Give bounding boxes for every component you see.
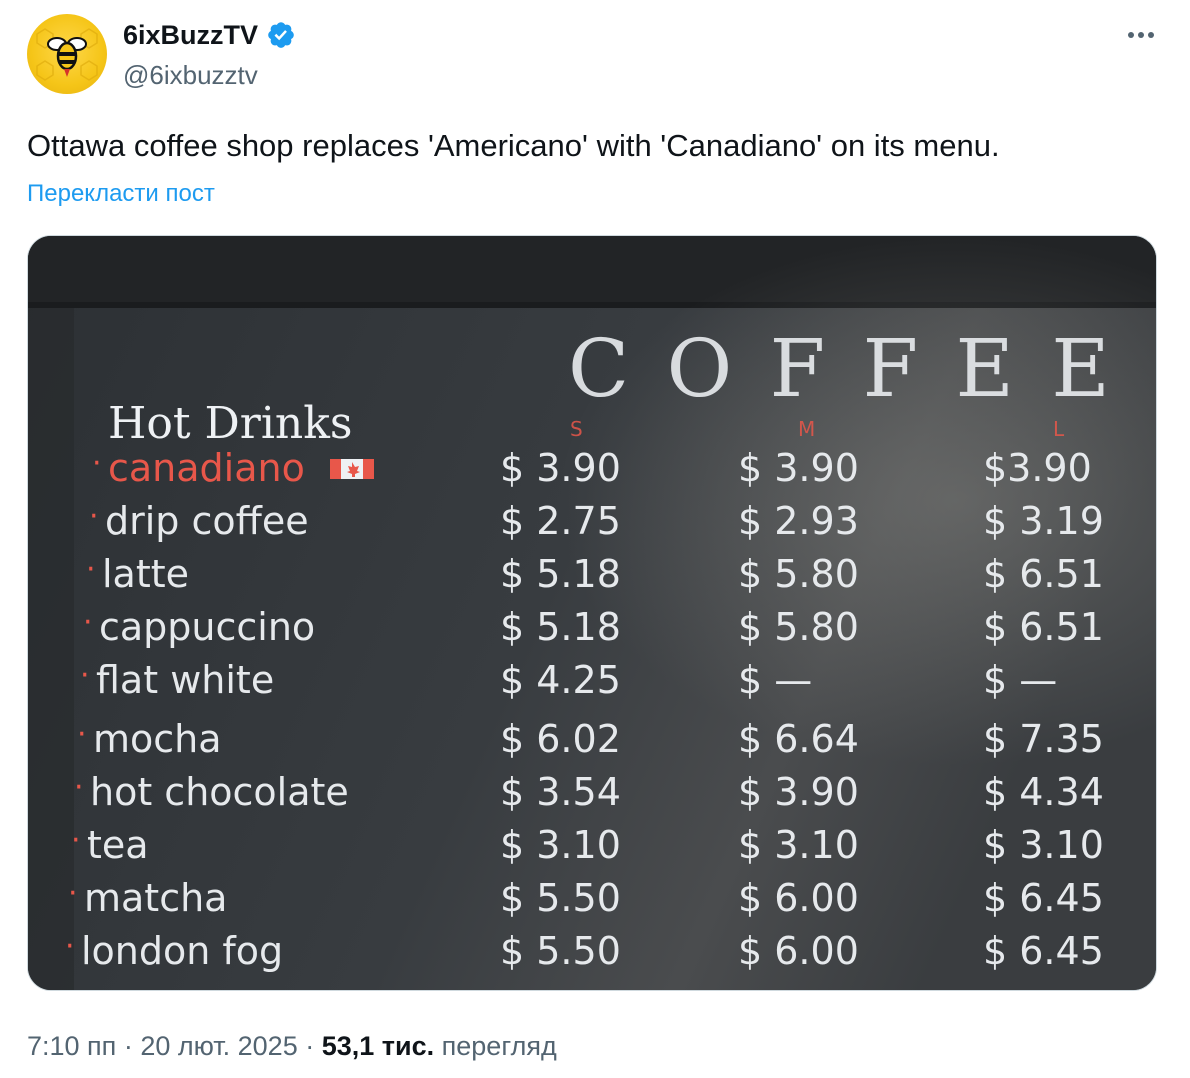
menu-heading: C O F F E E — [568, 322, 1116, 415]
price-small: $ 3.10 — [500, 823, 621, 867]
menu-item-name: tea — [87, 823, 149, 867]
post-text: Ottawa coffee shop replaces 'Americano' … — [27, 128, 1000, 163]
price-large: $ 6.45 — [983, 876, 1104, 920]
author-name-row[interactable]: 6ixBuzzTV — [123, 18, 296, 52]
menu-bullet: · — [83, 605, 93, 640]
price-medium: $ 3.90 — [738, 446, 859, 490]
price-small: $ 5.18 — [500, 552, 621, 596]
author-handle[interactable]: @6ixbuzztv — [123, 58, 258, 92]
price-medium: $ 6.00 — [738, 876, 859, 920]
menu-item-name: matcha — [84, 876, 227, 920]
more-button[interactable] — [1120, 20, 1162, 50]
menu-item-name: london fog — [81, 929, 283, 973]
verified-badge-icon — [268, 22, 294, 48]
price-small: $ 5.50 — [500, 929, 621, 973]
display-name[interactable]: 6ixBuzzTV — [123, 18, 258, 52]
price-large: $ 6.45 — [983, 929, 1104, 973]
price-large: $ — — [983, 658, 1057, 702]
views-count: 53,1 тис. — [321, 1031, 435, 1061]
size-header: L — [1053, 417, 1065, 441]
menu-section-title: Hot Drinks — [108, 398, 353, 449]
menu-item-name: hot chocolate — [90, 770, 349, 814]
price-medium: $ — — [738, 658, 812, 702]
menu-bullet: · — [77, 717, 87, 752]
menu-bullet: · — [71, 823, 81, 858]
price-large: $ 4.34 — [983, 770, 1104, 814]
menu-item-name: canadiano — [108, 446, 305, 490]
price-small: $ 2.75 — [500, 499, 621, 543]
price-large: $ 6.51 — [983, 552, 1104, 596]
more-icon — [1128, 32, 1134, 38]
avatar[interactable] — [27, 14, 107, 94]
price-small: $ 4.25 — [500, 658, 621, 702]
meta-separator: · — [305, 1031, 315, 1061]
price-small: $ 5.50 — [500, 876, 621, 920]
size-header: M — [798, 417, 815, 441]
size-header: S — [570, 417, 583, 441]
menu-item-name: latte — [102, 552, 189, 596]
price-medium: $ 5.80 — [738, 605, 859, 649]
price-large: $ 7.35 — [983, 717, 1104, 761]
menu-bullet: · — [86, 552, 96, 587]
menu-item-name: mocha — [93, 717, 222, 761]
menu-bullet: · — [92, 446, 102, 481]
menu-item-name: drip coffee — [105, 499, 309, 543]
post-date[interactable]: 20 лют. 2025 — [140, 1031, 297, 1061]
post-image[interactable]: C O F F E E Hot Drinks S M L · canadiano $ 3.90… — [27, 235, 1157, 991]
menu-item-name: cappuccino — [99, 605, 315, 649]
price-large: $3.90 — [983, 446, 1092, 490]
chalkboard-menu-photo: C O F F E EHot Drinks S M L· canadiano $ 3.90… — [28, 236, 1156, 990]
price-large: $ 3.10 — [983, 823, 1104, 867]
price-small: $ 5.18 — [500, 605, 621, 649]
price-small: $ 6.02 — [500, 717, 621, 761]
menu-bullet: · — [68, 876, 78, 911]
price-medium: $ 5.80 — [738, 552, 859, 596]
price-medium: $ 3.10 — [738, 823, 859, 867]
translate-post-link[interactable]: Перекласти пост — [27, 178, 215, 210]
post-time[interactable]: 7:10 пп — [27, 1031, 116, 1061]
price-small: $ 3.90 — [500, 446, 621, 490]
meta-separator: · — [123, 1031, 133, 1061]
menu-bullet: · — [89, 499, 99, 534]
views-label: перегляд — [441, 1031, 557, 1061]
price-medium: $ 6.64 — [738, 717, 859, 761]
price-medium: $ 2.93 — [738, 499, 859, 543]
menu-bullet: · — [74, 770, 84, 805]
price-small: $ 3.54 — [500, 770, 621, 814]
price-large: $ 3.19 — [983, 499, 1104, 543]
bee-logo-icon — [36, 28, 98, 81]
price-large: $ 6.51 — [983, 605, 1104, 649]
post-meta: 7:10 пп · 20 лют. 2025 · 53,1 тис. перег… — [27, 1028, 557, 1064]
price-medium: $ 6.00 — [738, 929, 859, 973]
menu-bullet: · — [65, 929, 75, 964]
menu-item-name: flat white — [96, 658, 274, 702]
price-medium: $ 3.90 — [738, 770, 859, 814]
menu-bullet: · — [80, 658, 90, 693]
